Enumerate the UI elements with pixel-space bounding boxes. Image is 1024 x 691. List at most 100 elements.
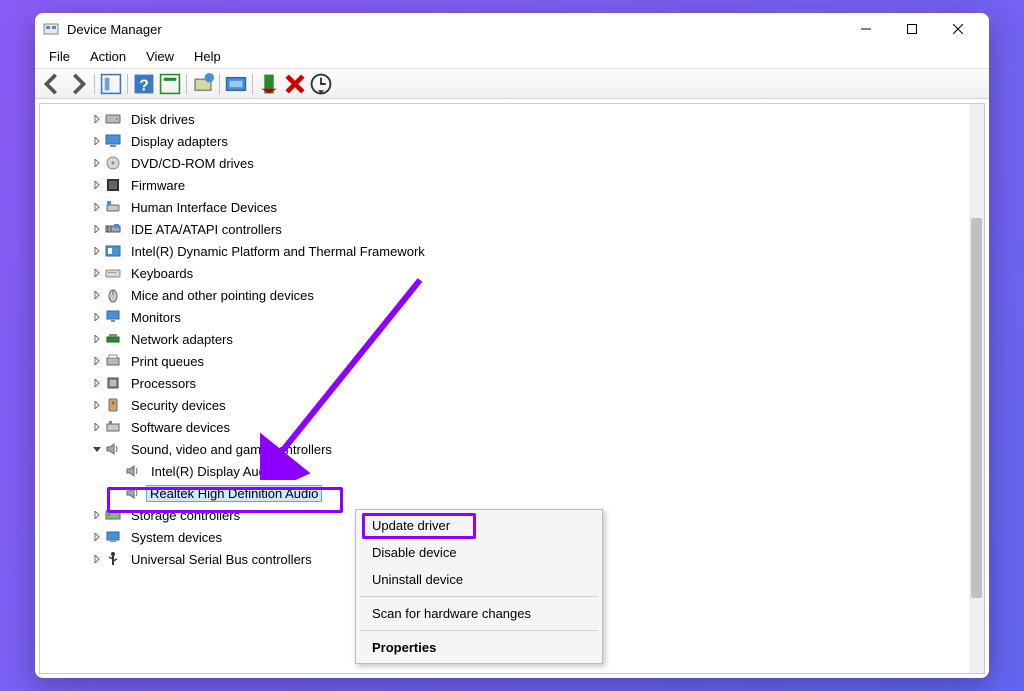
uninstall-button[interactable]	[283, 72, 307, 96]
tree-item[interactable]: Keyboards	[42, 262, 969, 284]
tree-item-label: Software devices	[131, 420, 230, 435]
update-driver-button[interactable]	[224, 72, 248, 96]
intel-icon	[104, 243, 122, 259]
tree-item[interactable]: Intel(R) Display Audio	[42, 460, 969, 482]
tree-item[interactable]: Realtek High Definition Audio	[42, 482, 969, 504]
tree-item-label: IDE ATA/ATAPI controllers	[131, 222, 282, 237]
tree-item-label: Human Interface Devices	[131, 200, 277, 215]
context-menu-item[interactable]: Scan for hardware changes	[358, 600, 600, 627]
titlebar: Device Manager	[35, 13, 989, 45]
tree-item-label: Sound, video and game controllers	[131, 442, 332, 457]
enable-button[interactable]	[257, 72, 281, 96]
chevron-down-icon[interactable]	[90, 442, 104, 456]
chevron-right-icon[interactable]	[90, 552, 104, 566]
tree-item[interactable]: Print queues	[42, 350, 969, 372]
tree-item[interactable]: Sound, video and game controllers	[42, 438, 969, 460]
tree-item[interactable]: Disk drives	[42, 108, 969, 130]
menu-view[interactable]: View	[136, 47, 184, 66]
hid-icon	[104, 199, 122, 215]
close-button[interactable]	[935, 13, 981, 45]
tree-item[interactable]: Monitors	[42, 306, 969, 328]
chevron-right-icon[interactable]	[90, 288, 104, 302]
sound-icon	[124, 485, 142, 501]
display-icon	[104, 133, 122, 149]
fw-icon	[104, 177, 122, 193]
help-button[interactable]: ?	[132, 72, 156, 96]
tree-item[interactable]: IDE ATA/ATAPI controllers	[42, 218, 969, 240]
tree-item-label: Intel(R) Dynamic Platform and Thermal Fr…	[131, 244, 425, 259]
scan-hardware-button[interactable]	[309, 72, 333, 96]
storage-icon	[104, 507, 122, 523]
forward-button[interactable]	[66, 72, 90, 96]
tree-item-label: DVD/CD-ROM drives	[131, 156, 254, 171]
menu-help[interactable]: Help	[184, 47, 231, 66]
chevron-right-icon[interactable]	[90, 156, 104, 170]
menu-action[interactable]: Action	[80, 47, 136, 66]
tree-item[interactable]: Firmware	[42, 174, 969, 196]
chevron-right-icon[interactable]	[90, 398, 104, 412]
maximize-button[interactable]	[889, 13, 935, 45]
tree-item-label: Realtek High Definition Audio	[150, 486, 318, 501]
tree-item[interactable]: DVD/CD-ROM drives	[42, 152, 969, 174]
tree-item-label: Universal Serial Bus controllers	[131, 552, 312, 567]
chevron-right-icon[interactable]	[90, 222, 104, 236]
tree-item[interactable]: Software devices	[42, 416, 969, 438]
action-button[interactable]	[158, 72, 182, 96]
chevron-right-icon[interactable]	[90, 178, 104, 192]
tree-item[interactable]: Intel(R) Dynamic Platform and Thermal Fr…	[42, 240, 969, 262]
tree-item[interactable]: Security devices	[42, 394, 969, 416]
vertical-scrollbar[interactable]	[969, 104, 984, 673]
tree-item-label: Network adapters	[131, 332, 233, 347]
expander-none	[110, 464, 124, 478]
monitor-icon	[104, 309, 122, 325]
disk-icon	[104, 111, 122, 127]
context-menu-item[interactable]: Properties	[358, 634, 600, 661]
chevron-right-icon[interactable]	[90, 332, 104, 346]
tree-item[interactable]: Display adapters	[42, 130, 969, 152]
menubar: File Action View Help	[35, 45, 989, 69]
chevron-right-icon[interactable]	[90, 134, 104, 148]
chevron-right-icon[interactable]	[90, 310, 104, 324]
dvd-icon	[104, 155, 122, 171]
chevron-right-icon[interactable]	[90, 266, 104, 280]
chevron-right-icon[interactable]	[90, 244, 104, 258]
sound-icon	[124, 463, 142, 479]
context-menu: Update driverDisable deviceUninstall dev…	[355, 509, 603, 664]
context-menu-item[interactable]: Uninstall device	[358, 566, 600, 593]
chevron-right-icon[interactable]	[90, 530, 104, 544]
tree-item[interactable]: Processors	[42, 372, 969, 394]
tree-item[interactable]: Human Interface Devices	[42, 196, 969, 218]
tree-item[interactable]: Network adapters	[42, 328, 969, 350]
tree-item-label: System devices	[131, 530, 222, 545]
context-menu-item[interactable]: Disable device	[358, 539, 600, 566]
toolbar: ?	[35, 69, 989, 99]
chevron-right-icon[interactable]	[90, 354, 104, 368]
tree-item-label: Security devices	[131, 398, 226, 413]
chevron-right-icon[interactable]	[90, 420, 104, 434]
expander-none	[110, 486, 124, 500]
scan-button[interactable]	[191, 72, 215, 96]
tree-item-label: Intel(R) Display Audio	[151, 464, 276, 479]
tree-item-label: Print queues	[131, 354, 204, 369]
tree-item-label: Monitors	[131, 310, 181, 325]
net-icon	[104, 331, 122, 347]
ide-icon	[104, 221, 122, 237]
tree-item-label: Storage controllers	[131, 508, 240, 523]
chevron-right-icon[interactable]	[90, 376, 104, 390]
tree-item-label: Mice and other pointing devices	[131, 288, 314, 303]
tree-item[interactable]: Mice and other pointing devices	[42, 284, 969, 306]
back-button[interactable]	[40, 72, 64, 96]
tree-item-label: Disk drives	[131, 112, 195, 127]
menu-file[interactable]: File	[39, 47, 80, 66]
sys-icon	[104, 529, 122, 545]
show-hide-tree-button[interactable]	[99, 72, 123, 96]
scroll-thumb[interactable]	[971, 218, 982, 598]
minimize-button[interactable]	[843, 13, 889, 45]
context-menu-item[interactable]: Update driver	[358, 512, 600, 539]
tree-item-label: Firmware	[131, 178, 185, 193]
chevron-right-icon[interactable]	[90, 200, 104, 214]
tree-item-label: Display adapters	[131, 134, 228, 149]
chevron-right-icon[interactable]	[90, 508, 104, 522]
cpu-icon	[104, 375, 122, 391]
chevron-right-icon[interactable]	[90, 112, 104, 126]
